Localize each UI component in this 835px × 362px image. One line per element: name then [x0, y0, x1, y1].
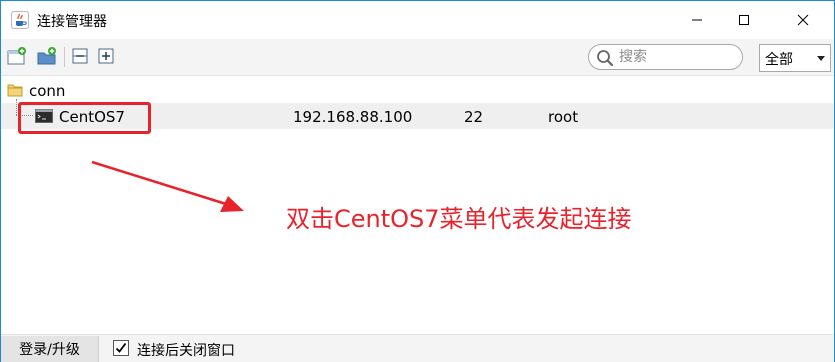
search-icon: [597, 50, 614, 67]
connection-user: root: [548, 108, 579, 126]
new-connection-icon[interactable]: [7, 47, 27, 65]
close-icon: [797, 14, 809, 26]
minimize-button[interactable]: [674, 1, 720, 39]
login-upgrade-button[interactable]: 登录/升级: [1, 336, 99, 362]
chevron-down-icon: [817, 56, 825, 61]
tree-folder-row[interactable]: conn: [1, 78, 834, 102]
window-title: 连接管理器: [37, 14, 107, 30]
status-bar: 登录/升级 连接后关闭窗口: [1, 334, 834, 362]
minimize-icon: [692, 19, 702, 21]
highlight-box: [18, 102, 151, 134]
connection-port: 22: [464, 108, 484, 126]
annotation-text: 双击CentOS7菜单代表发起连接: [286, 205, 632, 233]
title-bar: 连接管理器: [1, 1, 834, 39]
scope-dropdown[interactable]: 全部: [759, 44, 831, 72]
close-button[interactable]: [780, 1, 826, 39]
maximize-button[interactable]: [721, 1, 767, 39]
scope-selected-value: 全部: [765, 52, 793, 68]
connection-host: 192.168.88.100: [293, 108, 413, 126]
java-cup-icon: [11, 11, 29, 29]
search-box[interactable]: [588, 44, 743, 70]
folder-icon: [7, 84, 23, 97]
toolbar-separator: [64, 47, 65, 67]
annotation-arrow: [91, 160, 244, 212]
tree-folder-label: conn: [29, 82, 66, 100]
close-after-connect-label: 连接后关闭窗口: [137, 343, 235, 359]
maximize-icon: [739, 15, 749, 25]
tree-connector: [16, 99, 17, 115]
new-folder-icon[interactable]: [37, 47, 57, 65]
expand-all-icon[interactable]: [97, 47, 117, 65]
search-input[interactable]: [619, 47, 734, 67]
collapse-all-icon[interactable]: [71, 47, 91, 65]
close-after-connect-checkbox[interactable]: [113, 340, 129, 356]
